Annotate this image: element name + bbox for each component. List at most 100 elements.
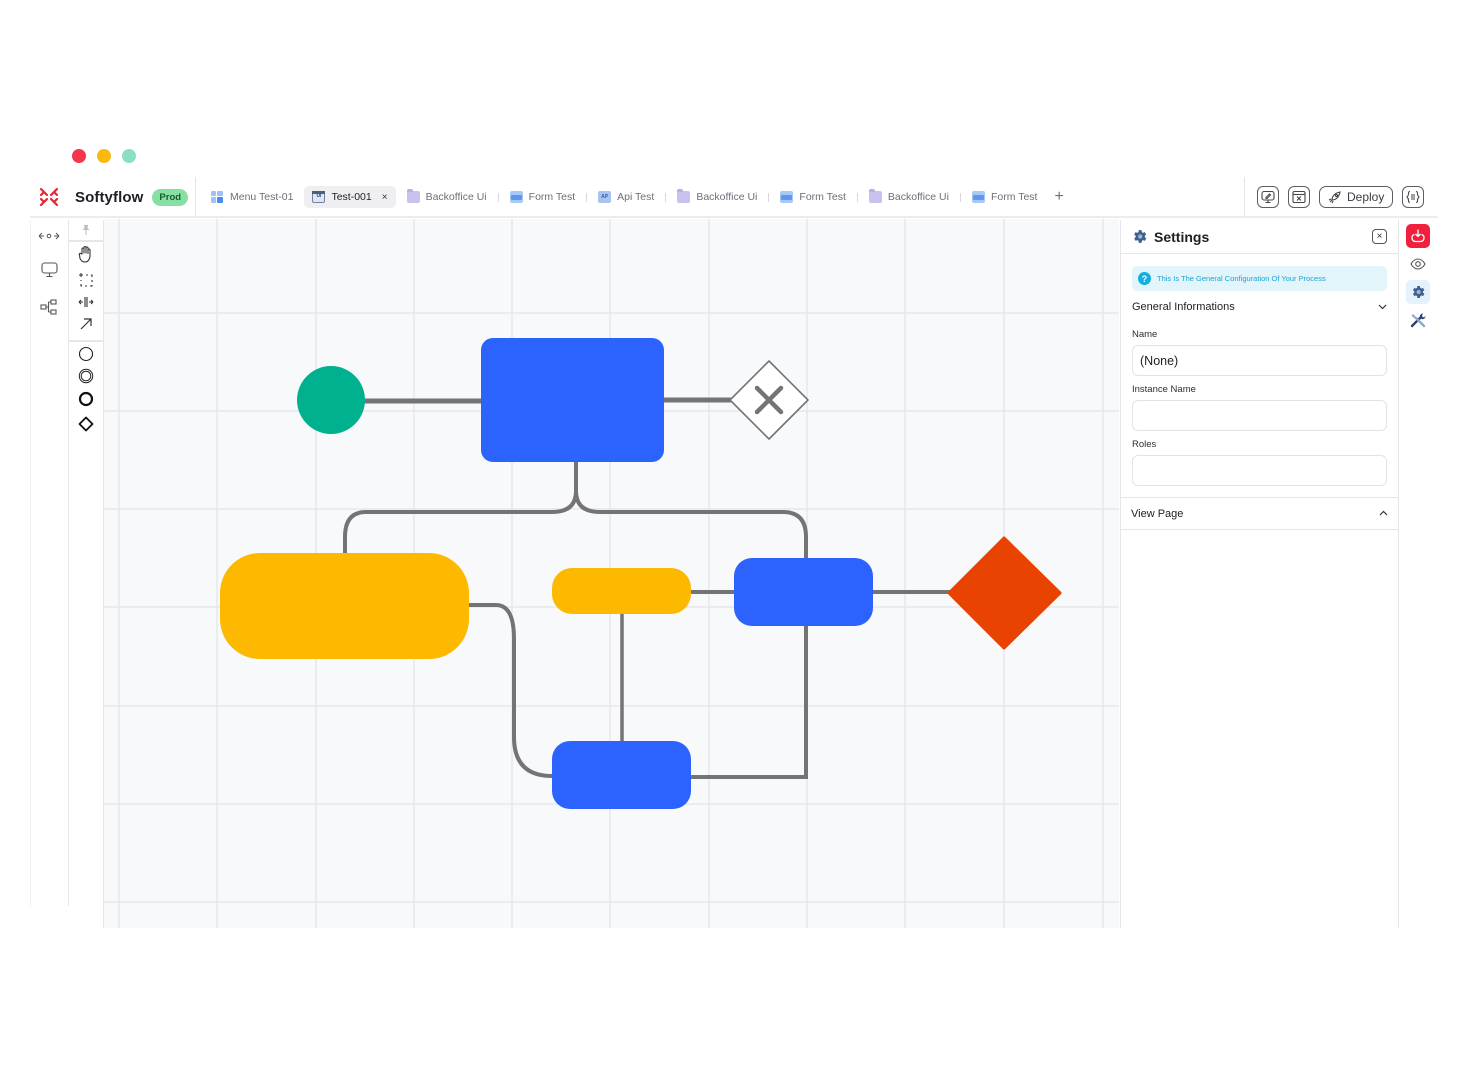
subprocess-small[interactable] <box>552 568 691 614</box>
json-button[interactable] <box>1402 186 1425 208</box>
tab-test-001[interactable]: UI Test-001 × <box>304 186 396 208</box>
settings-tab-button[interactable] <box>1406 280 1430 304</box>
folder-icon <box>868 189 882 203</box>
leftnav-monitor[interactable] <box>37 258 61 282</box>
expand-arrows-icon <box>38 232 60 240</box>
tab-separator <box>959 192 961 202</box>
chevron-up-icon <box>1379 508 1388 519</box>
diagram-tree-icon <box>40 299 57 315</box>
space-tool-icon <box>78 297 94 307</box>
hand-tool[interactable] <box>75 244 97 264</box>
tab-close-icon[interactable]: × <box>382 192 388 203</box>
window-maximize-button[interactable] <box>122 149 136 163</box>
tab-label: Backoffice Ui <box>425 191 487 203</box>
menu-grid-icon <box>211 191 224 203</box>
info-banner: ? This Is The General Configuration Of Y… <box>1132 266 1387 291</box>
end-event-tool[interactable] <box>75 389 97 409</box>
tab-label: Backoffice Ui <box>696 191 758 203</box>
tab-backoffice-ui[interactable]: Backoffice Ui <box>402 186 492 208</box>
deploy-button[interactable]: Deploy <box>1319 186 1394 208</box>
exclusive-gateway[interactable] <box>729 360 809 440</box>
roles-field[interactable] <box>1132 455 1387 486</box>
diagram-svg <box>104 219 1119 928</box>
window-controls <box>72 149 136 163</box>
task-right[interactable] <box>734 558 873 626</box>
tab-bar: Menu Test-01 UI Test-001 × Backoffice Ui… <box>196 177 1244 217</box>
tab-separator <box>586 192 588 202</box>
task-main[interactable] <box>481 338 664 462</box>
left-edge-divider <box>30 220 31 906</box>
monitor-edit-icon <box>1261 190 1275 204</box>
settings-title: Settings <box>1154 228 1210 245</box>
pin-button[interactable] <box>75 220 97 240</box>
end-event-circle-icon <box>78 391 94 407</box>
tab-label: Menu Test-01 <box>230 191 294 203</box>
tab-separator <box>665 192 667 202</box>
hand-tool-icon <box>78 245 91 263</box>
leftnav-expand[interactable] <box>37 224 61 248</box>
tab-form-test[interactable]: Form Test <box>775 186 850 208</box>
start-event[interactable] <box>297 366 365 434</box>
task-bottom[interactable] <box>552 741 691 809</box>
tab-backoffice-ui[interactable]: Backoffice Ui <box>672 186 762 208</box>
gear-icon <box>1412 286 1425 298</box>
gateway-tool[interactable] <box>75 414 97 434</box>
rocket-icon <box>1328 190 1341 203</box>
app-name: Softyflow <box>75 188 144 206</box>
tab-form-test[interactable]: Form Test <box>505 186 580 208</box>
toolbar-actions: Deploy <box>1244 177 1438 217</box>
tab-label: Backoffice Ui <box>887 191 949 203</box>
start-event-tool[interactable] <box>75 344 97 364</box>
tab-label: Form Test <box>990 191 1038 203</box>
tools-button[interactable] <box>1406 308 1430 332</box>
connect-tool[interactable] <box>75 314 97 334</box>
intermediate-event-circle-icon <box>78 368 94 384</box>
eye-icon <box>1410 258 1426 270</box>
tab-backoffice-ui[interactable]: Backoffice Ui <box>864 186 954 208</box>
flow-subprocess-to-bottom[interactable] <box>469 603 553 778</box>
space-tool[interactable] <box>75 292 97 312</box>
help-icon: ? <box>1138 272 1151 285</box>
lasso-tool[interactable] <box>75 270 97 290</box>
settings-close-button[interactable]: × <box>1372 229 1387 244</box>
view-page-title: View Page <box>1131 507 1184 520</box>
end-diamond[interactable] <box>947 536 1062 650</box>
window-close-button[interactable] <box>72 149 86 163</box>
intermediate-event-tool[interactable] <box>75 366 97 386</box>
preview-eye-button[interactable] <box>1406 252 1430 276</box>
deploy-label: Deploy <box>1347 190 1385 204</box>
tab-label: Api Test <box>617 191 655 203</box>
instance-name-field[interactable] <box>1132 400 1387 431</box>
preview-button[interactable] <box>1257 186 1279 208</box>
view-page-section[interactable]: View Page <box>1121 497 1398 530</box>
download-button[interactable] <box>1406 224 1430 248</box>
name-field[interactable]: (None) <box>1132 345 1387 376</box>
code-view-button[interactable] <box>1288 186 1310 208</box>
connect-arrow-icon <box>80 318 92 330</box>
diagram-canvas[interactable] <box>104 219 1119 928</box>
env-badge[interactable]: Prod <box>152 188 189 206</box>
subprocess-large[interactable] <box>220 553 469 659</box>
flow-task-right-to-bottom[interactable] <box>690 626 808 779</box>
name-label: Name <box>1132 329 1158 340</box>
folder-icon <box>406 189 420 203</box>
gear-icon <box>1134 230 1147 243</box>
section-title: General Informations <box>1132 301 1235 313</box>
toolbox-divider <box>69 240 104 242</box>
softyflow-x-logo-icon <box>39 187 59 207</box>
tab-api-test[interactable]: AP Api Test <box>593 186 659 208</box>
settings-panel: Settings × ? This Is The General Configu… <box>1120 220 1399 928</box>
add-tab-button[interactable]: + <box>1054 188 1063 206</box>
flow-task-split-left[interactable] <box>343 462 578 553</box>
tab-form-test[interactable]: Form Test <box>967 186 1042 208</box>
roles-label: Roles <box>1132 439 1157 450</box>
ui-window-icon: UI <box>312 191 326 203</box>
brand: Softyflow Prod <box>30 177 196 217</box>
instance-name-label: Instance Name <box>1132 384 1196 395</box>
tab-separator <box>497 192 499 202</box>
general-informations-section[interactable]: General Informations <box>1121 293 1398 321</box>
lasso-select-icon <box>79 273 93 287</box>
tab-menu-test-01[interactable]: Menu Test-01 <box>206 186 298 208</box>
leftnav-diagram[interactable] <box>37 295 61 319</box>
window-minimize-button[interactable] <box>97 149 111 163</box>
